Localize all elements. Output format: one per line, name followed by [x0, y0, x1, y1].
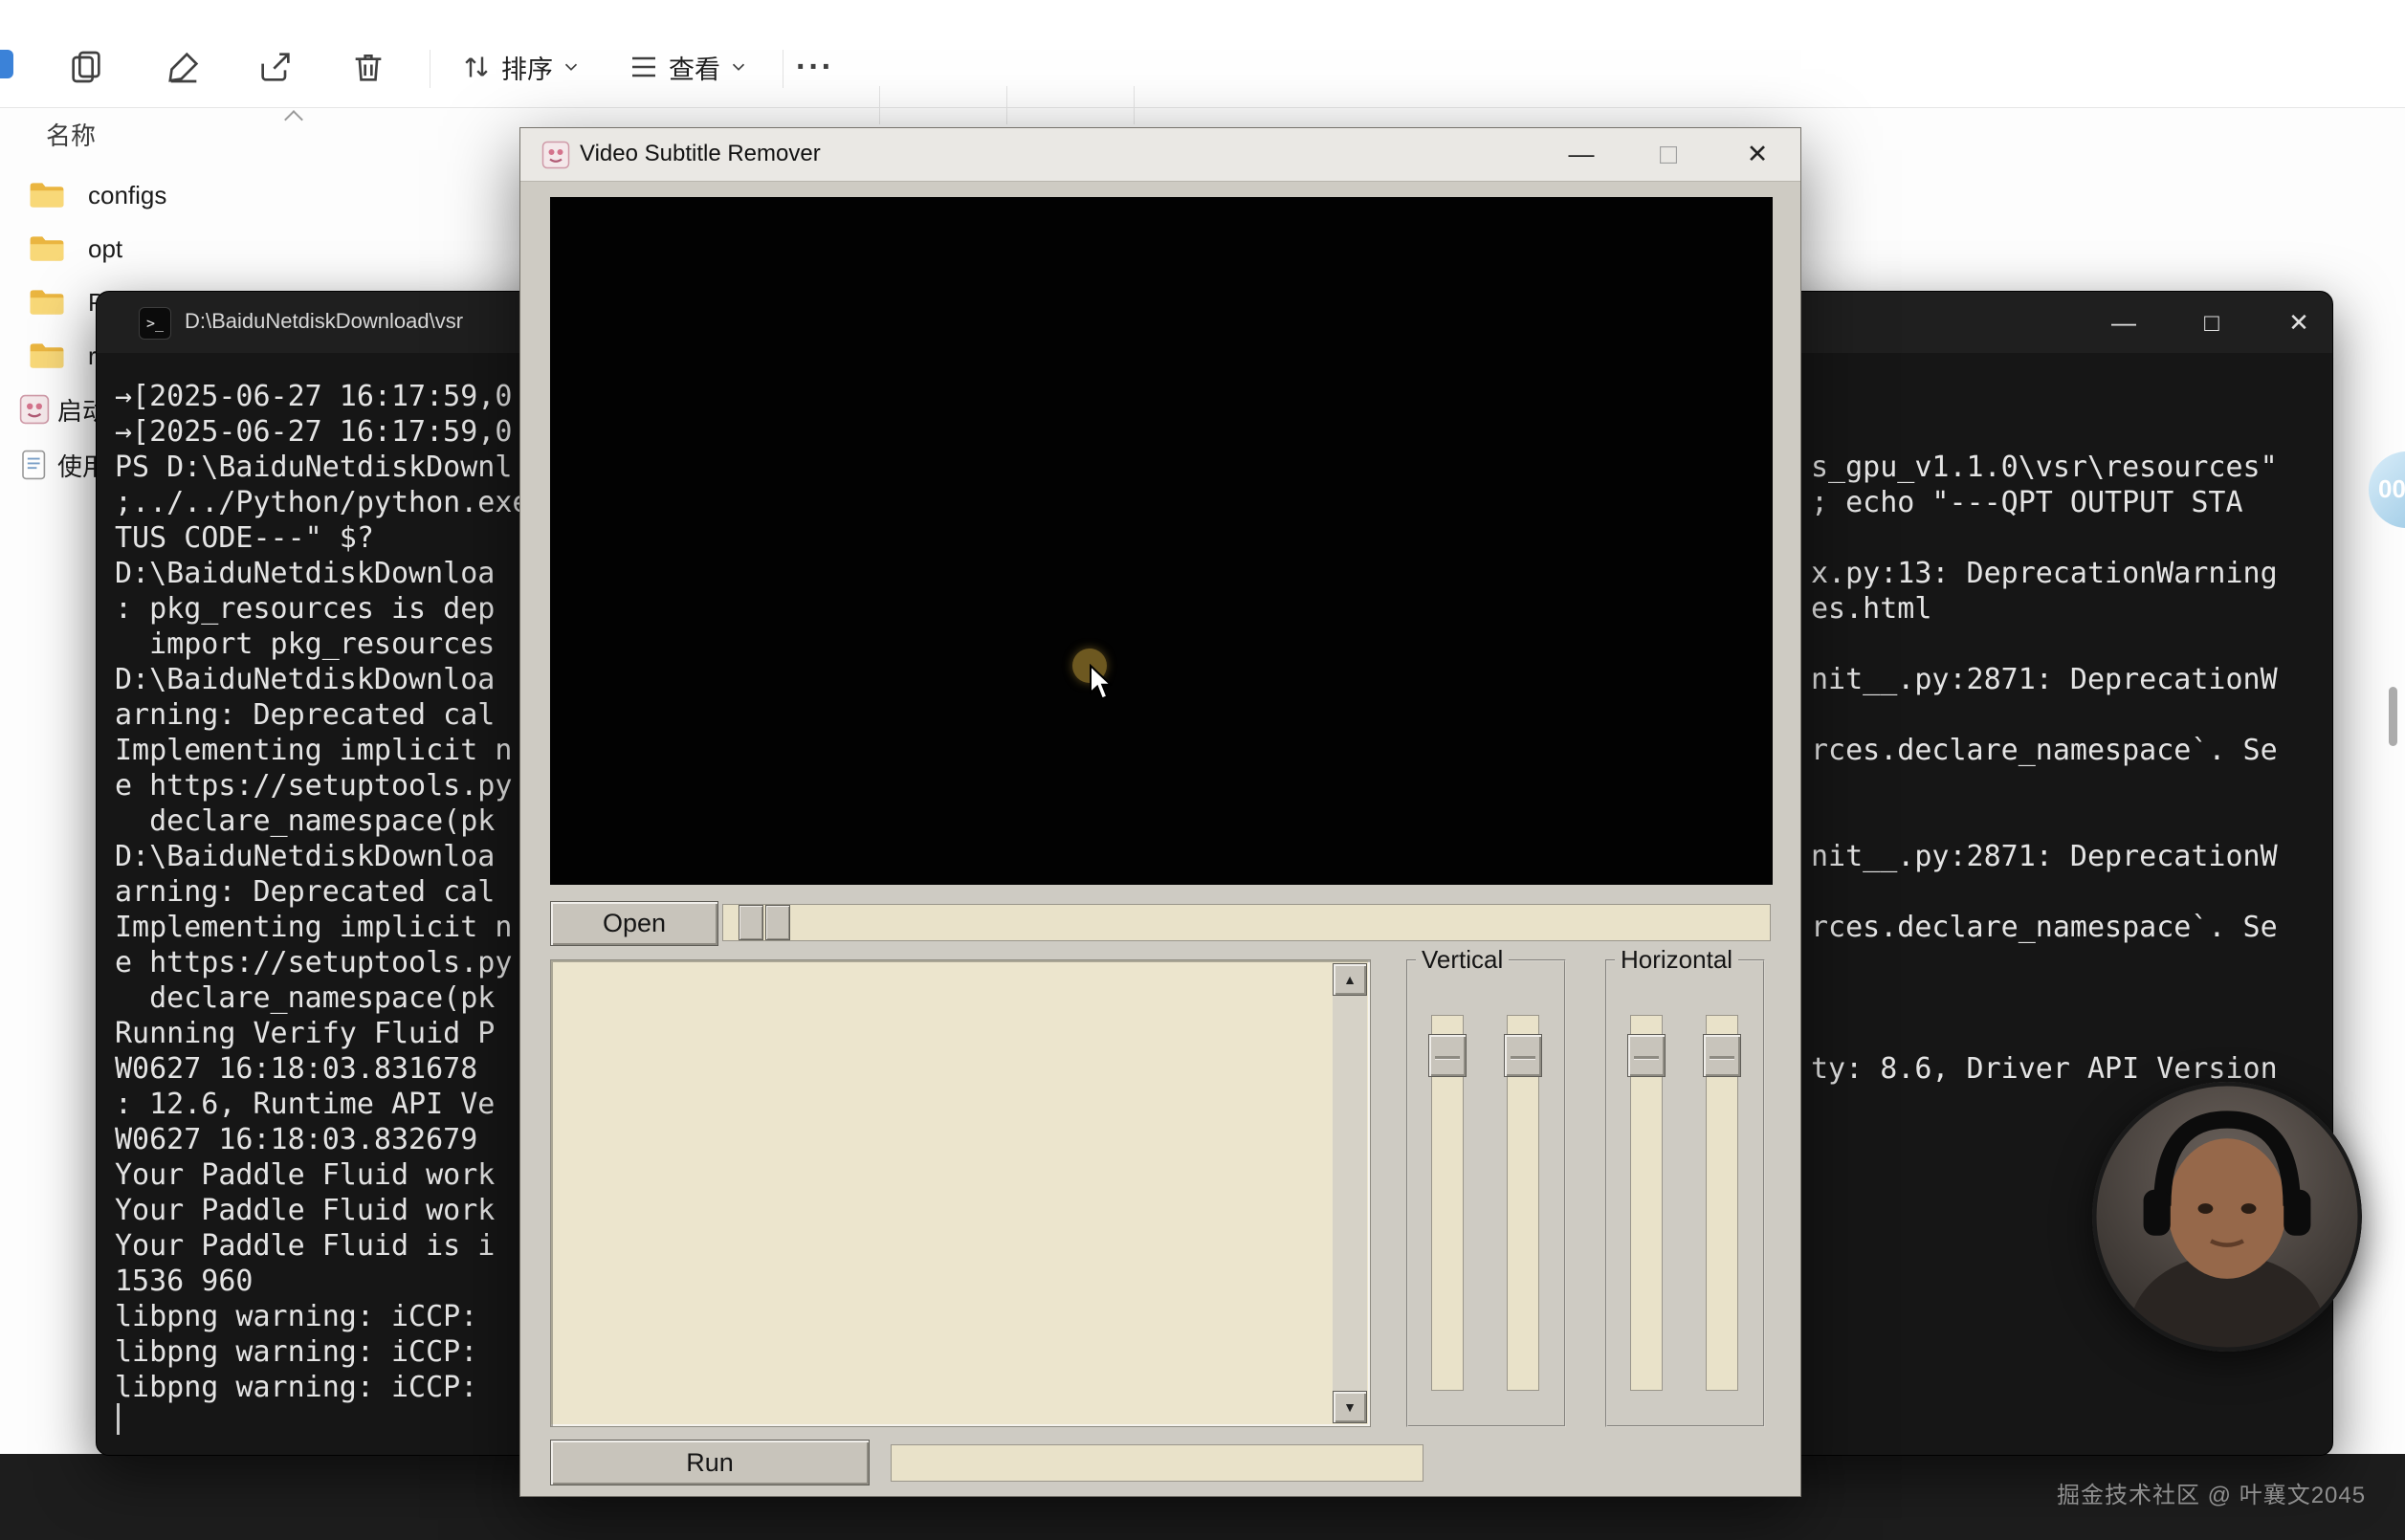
cmd-icon: >_ — [139, 307, 171, 340]
scroll-up-icon: ▲ — [1343, 972, 1357, 987]
column-divider — [1134, 86, 1135, 124]
frame-slider-track[interactable] — [722, 904, 1771, 941]
mouse-cursor-icon — [1089, 664, 1121, 702]
terminal-output-right: nit__.py:2871: DeprecationW — [1811, 839, 2278, 874]
scroll-down-icon: ▼ — [1343, 1399, 1357, 1415]
document-icon — [19, 450, 50, 480]
scroll-up-button[interactable]: ▲ — [1333, 963, 1367, 996]
vertical-group: Vertical — [1406, 959, 1566, 1427]
column-divider — [879, 86, 880, 124]
folder-icon — [29, 341, 65, 371]
video-preview-area — [550, 197, 1773, 885]
column-divider — [1006, 86, 1007, 124]
view-button[interactable]: 查看 — [617, 40, 759, 94]
folder-icon — [29, 180, 65, 210]
vertical-slider-handle-2[interactable] — [1504, 1034, 1542, 1077]
terminal-output-right: rces.declare_namespace`. Se — [1811, 733, 2278, 768]
maximize-button[interactable]: □ — [1638, 128, 1699, 181]
rename-icon[interactable] — [157, 40, 210, 94]
progress-bar — [891, 1444, 1423, 1482]
maximize-icon: □ — [2204, 308, 2219, 338]
terminal-output-right: nit__.py:2871: DeprecationW — [1811, 662, 2278, 697]
sort-button[interactable]: 排序 — [450, 40, 591, 94]
frame-slider-handle-start[interactable] — [739, 905, 763, 940]
terminal-output-right: rces.declare_namespace`. Se — [1811, 910, 2278, 945]
maximize-button[interactable]: □ — [2177, 292, 2246, 353]
chevron-down-icon — [728, 56, 749, 77]
horizontal-group-label: Horizontal — [1615, 945, 1738, 975]
terminal-output-right: x.py:13: DeprecationWarning — [1811, 556, 2278, 591]
subtitle-listbox[interactable]: ▲ ▼ — [550, 959, 1371, 1427]
terminal-output-right: es.html — [1811, 591, 1931, 627]
more-options-icon[interactable]: ··· — [788, 40, 842, 94]
scroll-down-button[interactable]: ▼ — [1333, 1391, 1367, 1423]
explorer-toolbar: 排序 查看 ··· — [0, 0, 2405, 108]
watermark-text: 掘金技术社区 @ 叶襄文2045 — [2057, 1476, 2366, 1509]
maximize-icon: □ — [1660, 139, 1677, 171]
terminal-output-right: ; echo "---QPT OUTPUT STA — [1811, 485, 2243, 520]
run-button[interactable]: Run — [550, 1440, 870, 1485]
minimize-icon: — — [2111, 308, 2136, 338]
sort-arrows-icon — [459, 50, 494, 84]
share-icon[interactable] — [249, 40, 302, 94]
close-button[interactable]: ✕ — [2264, 292, 2333, 353]
terminal-output-right: s_gpu_v1.1.0\vsr\resources" — [1811, 450, 2278, 485]
window-title: Video Subtitle Remover — [580, 141, 821, 167]
horizontal-group: Horizontal — [1605, 959, 1765, 1427]
column-header-name[interactable]: 名称 — [46, 117, 96, 152]
list-item-opt[interactable]: opt — [0, 222, 517, 275]
listbox-scrollbar[interactable]: ▲ ▼ — [1333, 963, 1367, 1423]
view-list-icon — [627, 50, 661, 84]
vsr-app-window: Video Subtitle Remover — □ ✕ Open ▲ ▼ Ve… — [519, 127, 1801, 1497]
terminal-title: D:\BaiduNetdiskDownload\vsr — [185, 309, 463, 334]
delete-icon[interactable] — [342, 40, 395, 94]
list-item-configs[interactable]: configs — [0, 168, 517, 222]
copy-icon[interactable] — [59, 40, 113, 94]
minimize-icon: — — [1569, 140, 1595, 169]
vertical-slider-handle-1[interactable] — [1428, 1034, 1467, 1077]
folder-icon — [29, 233, 65, 264]
pinned-icon-fragment — [0, 50, 13, 78]
folder-icon — [29, 287, 65, 318]
open-button[interactable]: Open — [550, 901, 718, 946]
frame-slider-handle-end[interactable] — [765, 905, 790, 940]
minimize-button[interactable]: — — [2089, 292, 2158, 353]
window-scrollbar-thumb[interactable] — [2389, 687, 2397, 746]
view-label: 查看 — [669, 49, 720, 86]
horizontal-slider-handle-2[interactable] — [1703, 1034, 1741, 1077]
terminal-text-cursor — [117, 1403, 120, 1435]
close-icon: ✕ — [1747, 140, 1769, 169]
app-icon — [19, 394, 50, 425]
webcam-overlay — [2092, 1082, 2362, 1352]
badge-count: 00 — [2378, 474, 2405, 504]
vertical-group-label: Vertical — [1416, 945, 1509, 975]
chevron-down-icon — [561, 56, 582, 77]
vsr-app-icon — [541, 141, 570, 169]
sort-label: 排序 — [501, 49, 553, 86]
sort-direction-icon — [284, 110, 303, 129]
close-button[interactable]: ✕ — [1727, 128, 1788, 181]
screen: 排序 查看 ··· 名称 — [0, 0, 2405, 1540]
horizontal-slider-handle-1[interactable] — [1627, 1034, 1666, 1077]
vsr-titlebar[interactable]: Video Subtitle Remover — □ ✕ — [520, 128, 1800, 182]
minimize-button[interactable]: — — [1551, 128, 1612, 181]
terminal-output-right: ty: 8.6, Driver API Version — [1811, 1051, 2278, 1087]
close-icon: ✕ — [2288, 308, 2309, 338]
